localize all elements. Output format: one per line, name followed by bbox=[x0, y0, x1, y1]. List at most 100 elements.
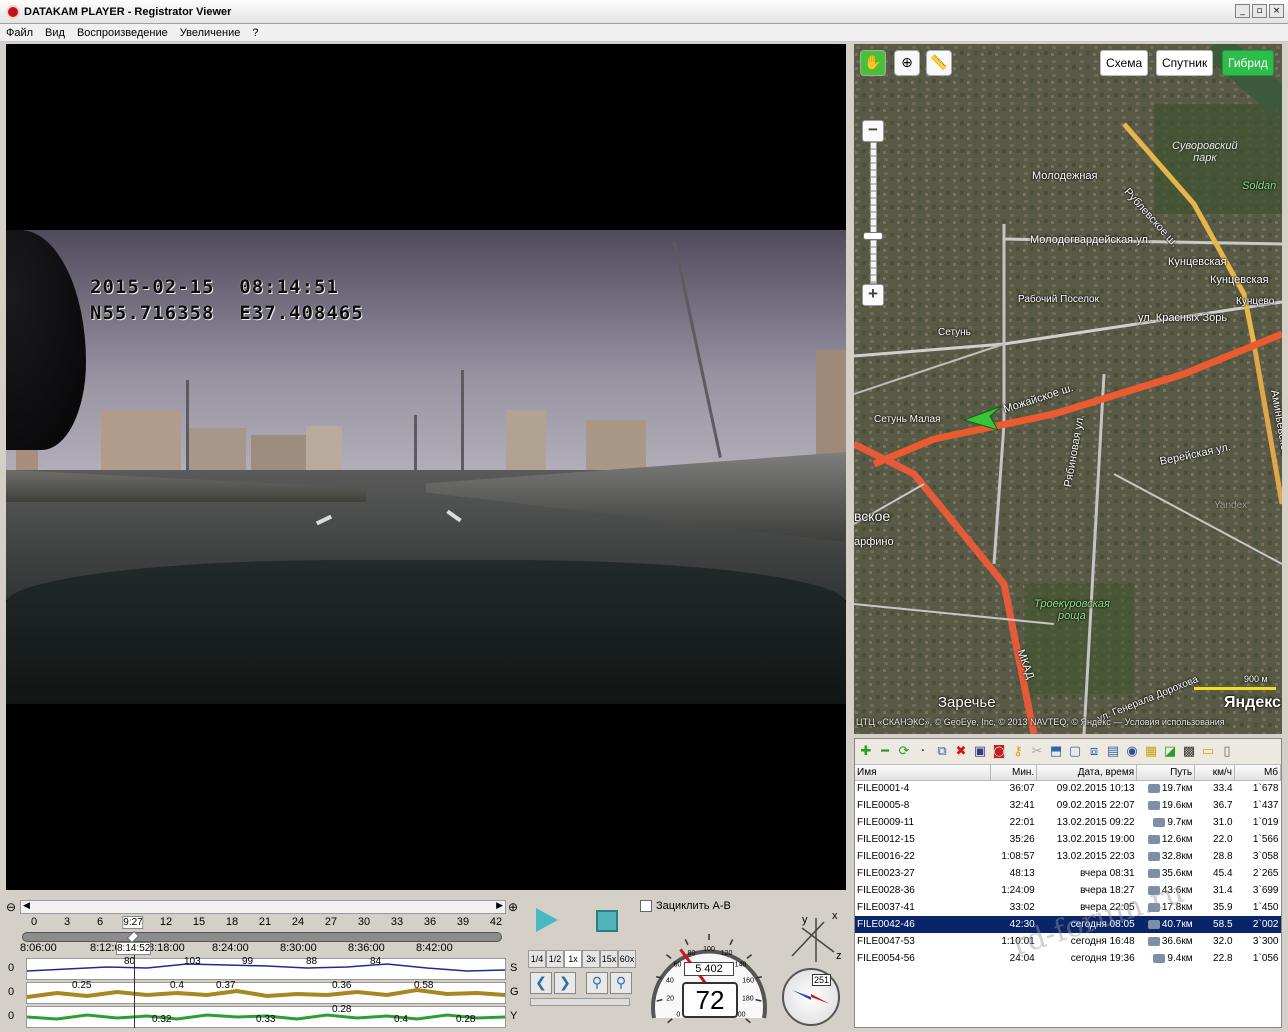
loop-ab-label: Зациклить A-B bbox=[656, 900, 731, 912]
map-zoom-control[interactable]: − + bbox=[862, 120, 884, 306]
table-row[interactable]: FILE0016-22 1:08:57 13.02.2015 22:03 32.8км… bbox=[855, 848, 1281, 865]
zoom-out-icon[interactable]: − bbox=[862, 120, 884, 142]
loop-ab-checkbox[interactable] bbox=[640, 900, 652, 912]
maximize-button[interactable]: ▫ bbox=[1252, 4, 1267, 18]
zoom-slider-thumb[interactable] bbox=[863, 232, 883, 240]
table-row[interactable]: FILE0054-56 24:04 сегодня 19:36 9.4км 22.8 1`… bbox=[855, 950, 1281, 967]
refresh-icon[interactable]: ⟳ bbox=[896, 744, 912, 760]
cut-icon: ✂ bbox=[1031, 743, 1043, 759]
map-icon[interactable]: ▦ bbox=[1143, 744, 1159, 760]
speed-button[interactable]: 1x bbox=[564, 950, 582, 968]
speed-button[interactable]: 15x bbox=[600, 950, 618, 968]
close-button[interactable]: × bbox=[1269, 4, 1284, 18]
image-icon[interactable]: ◪ bbox=[1162, 744, 1178, 760]
speed-button[interactable]: 60x bbox=[618, 950, 636, 968]
globe-icon[interactable]: ◉ bbox=[1124, 744, 1140, 760]
map-label-park: Суворовский парк bbox=[1172, 140, 1238, 164]
timeline-zoom-out-icon[interactable]: ⊖ bbox=[6, 900, 16, 914]
cascade-icon[interactable]: ⧈ bbox=[1086, 744, 1102, 760]
layer-satellite-button[interactable]: Спутник bbox=[1156, 50, 1214, 76]
layer-hybrid-button[interactable]: Гибрид bbox=[1222, 50, 1274, 76]
file-datetime-cell: 09.02.2015 10:13 bbox=[1056, 783, 1135, 795]
file-speed-cell: 35.9 bbox=[1213, 902, 1233, 913]
file-distance-cell: 9.7км bbox=[1137, 814, 1195, 831]
menu-zoom[interactable]: Увеличение bbox=[180, 27, 241, 39]
camera-icon[interactable]: ◙ bbox=[991, 744, 1007, 760]
file-size-cell: 1`056 bbox=[1252, 953, 1279, 964]
file-size-cell: 2`002 bbox=[1234, 916, 1281, 933]
key-icon[interactable]: ⚷ bbox=[1010, 744, 1026, 760]
file-distance-cell: 12.6км bbox=[1137, 831, 1195, 848]
table-row[interactable]: FILE0001-4 36:07 09.02.2015 10:13 19.7км 33.… bbox=[855, 780, 1281, 797]
table-row[interactable]: FILE0005-8 32:41 09.02.2015 22:07 19.6км 36.… bbox=[855, 797, 1281, 814]
col-minutes[interactable]: Мин. bbox=[990, 765, 1038, 781]
document-icon[interactable]: ▯ bbox=[1219, 744, 1235, 760]
zoom-area-icon[interactable]: ⊕ bbox=[894, 50, 920, 76]
menu-playback[interactable]: Воспроизведение bbox=[77, 27, 168, 39]
map-label-soldat: Soldan bbox=[1242, 180, 1277, 192]
col-speed[interactable]: км/ч bbox=[1194, 765, 1236, 781]
file-speed-cell: 58.5 bbox=[1194, 916, 1235, 933]
menu-file[interactable]: Файл bbox=[6, 27, 33, 39]
map-copyright[interactable]: ЦТЦ «СКАНЭКС», © GeoEye, Inc, © 2013 NAV… bbox=[856, 717, 1225, 727]
pan-hand-icon[interactable]: ✋ bbox=[860, 50, 886, 76]
export-icon[interactable]: ⬒ bbox=[1048, 744, 1064, 760]
file-distance-value: 19.6км bbox=[1161, 800, 1193, 811]
scroll-right-icon[interactable]: ▶ bbox=[496, 900, 503, 911]
menu-help[interactable]: ? bbox=[252, 27, 258, 39]
speedometer-tick bbox=[667, 1018, 673, 1024]
remove-icon[interactable]: ━ bbox=[877, 744, 893, 760]
table-row[interactable]: FILE0023-27 48:13 вчера 08:31 35.6км 45.4 2`2… bbox=[855, 865, 1281, 882]
menu-view[interactable]: Вид bbox=[45, 27, 65, 39]
magnify-small-icon[interactable]: ⚲ bbox=[586, 972, 608, 994]
time-tick-label: 8:06:00 bbox=[20, 942, 57, 954]
file-name-cell: FILE0016-22 bbox=[857, 851, 915, 862]
stop-icon[interactable] bbox=[596, 910, 618, 932]
file-minutes-cell: 1:08:57 bbox=[1001, 851, 1035, 862]
film-icon[interactable]: ▩ bbox=[1181, 744, 1197, 760]
col-name[interactable]: Имя bbox=[855, 765, 992, 781]
volume-slider[interactable] bbox=[530, 998, 630, 1006]
play-icon[interactable] bbox=[536, 908, 558, 932]
tile-icon[interactable]: ▤ bbox=[1105, 744, 1121, 760]
speed-button[interactable]: 3x bbox=[582, 950, 600, 968]
timeline-zoom-in-icon[interactable]: ⊕ bbox=[508, 900, 518, 914]
copy-icon[interactable]: ⧉ bbox=[934, 744, 950, 760]
delete-icon[interactable]: ✖ bbox=[953, 744, 969, 760]
table-row[interactable]: FILE0028-36 1:24:09 вчера 18:27 43.6км 31.4 3… bbox=[855, 882, 1281, 899]
ruler-icon[interactable]: 📏 bbox=[926, 50, 952, 76]
window-icon[interactable]: ▢ bbox=[1067, 744, 1083, 760]
yandex-logo: Яндекс bbox=[1224, 694, 1281, 711]
loop-ab-toggle[interactable]: Зациклить A-B bbox=[640, 900, 731, 912]
zoom-slider[interactable] bbox=[870, 142, 877, 284]
add-icon[interactable]: ✚ bbox=[858, 744, 874, 760]
speed-button[interactable]: 1/4 bbox=[528, 950, 546, 968]
table-row[interactable]: FILE0012-15 35:26 13.02.2015 19:00 12.6км 22… bbox=[855, 831, 1281, 848]
scroll-left-icon[interactable]: ◀ bbox=[23, 900, 30, 911]
timeline-track[interactable] bbox=[22, 931, 502, 943]
menu-bar: Файл Вид Воспроизведение Увеличение ? bbox=[0, 24, 1288, 42]
next-frame-icon[interactable]: ❯ bbox=[554, 972, 576, 994]
file-size-cell: 1`678 bbox=[1252, 783, 1279, 795]
map-panel[interactable]: ✋ ⊕ 📏 Схема Спутник Гибрид − + Суворовск… bbox=[854, 44, 1282, 734]
minute-tick-label: 3 bbox=[63, 916, 71, 928]
speed-button[interactable]: 1/2 bbox=[546, 950, 564, 968]
table-row[interactable]: FILE0009-11 22:01 13.02.2015 09:22 9.7км 31.… bbox=[855, 814, 1281, 831]
folder-icon[interactable]: ▭ bbox=[1200, 744, 1216, 760]
save-icon[interactable]: ▣ bbox=[972, 744, 988, 760]
osd-datetime: 2015-02-15 08:14:51 bbox=[90, 276, 339, 298]
prev-frame-icon[interactable]: ❮ bbox=[530, 972, 552, 994]
file-speed-cell: 31.4 bbox=[1213, 885, 1233, 896]
graph-s-tag: S bbox=[510, 962, 518, 974]
zoom-in-icon[interactable]: + bbox=[862, 284, 884, 306]
video-panel[interactable]: 2015-02-15 08:14:51 N55.716358 E37.40846… bbox=[6, 44, 846, 890]
col-datetime[interactable]: Дата, время bbox=[1036, 765, 1138, 781]
timeline-scrollbar[interactable]: ◀ ▶ bbox=[20, 900, 506, 914]
col-size[interactable]: Мб bbox=[1234, 765, 1281, 781]
magnify-large-icon[interactable]: ⚲ bbox=[610, 972, 632, 994]
file-speed-cell: 31.0 bbox=[1213, 817, 1233, 828]
col-distance[interactable]: Путь bbox=[1136, 765, 1196, 781]
layer-scheme-button[interactable]: Схема bbox=[1100, 50, 1149, 76]
map-label-setun-malaya: Сетунь Малая bbox=[874, 414, 941, 425]
minimize-button[interactable]: _ bbox=[1235, 4, 1250, 18]
